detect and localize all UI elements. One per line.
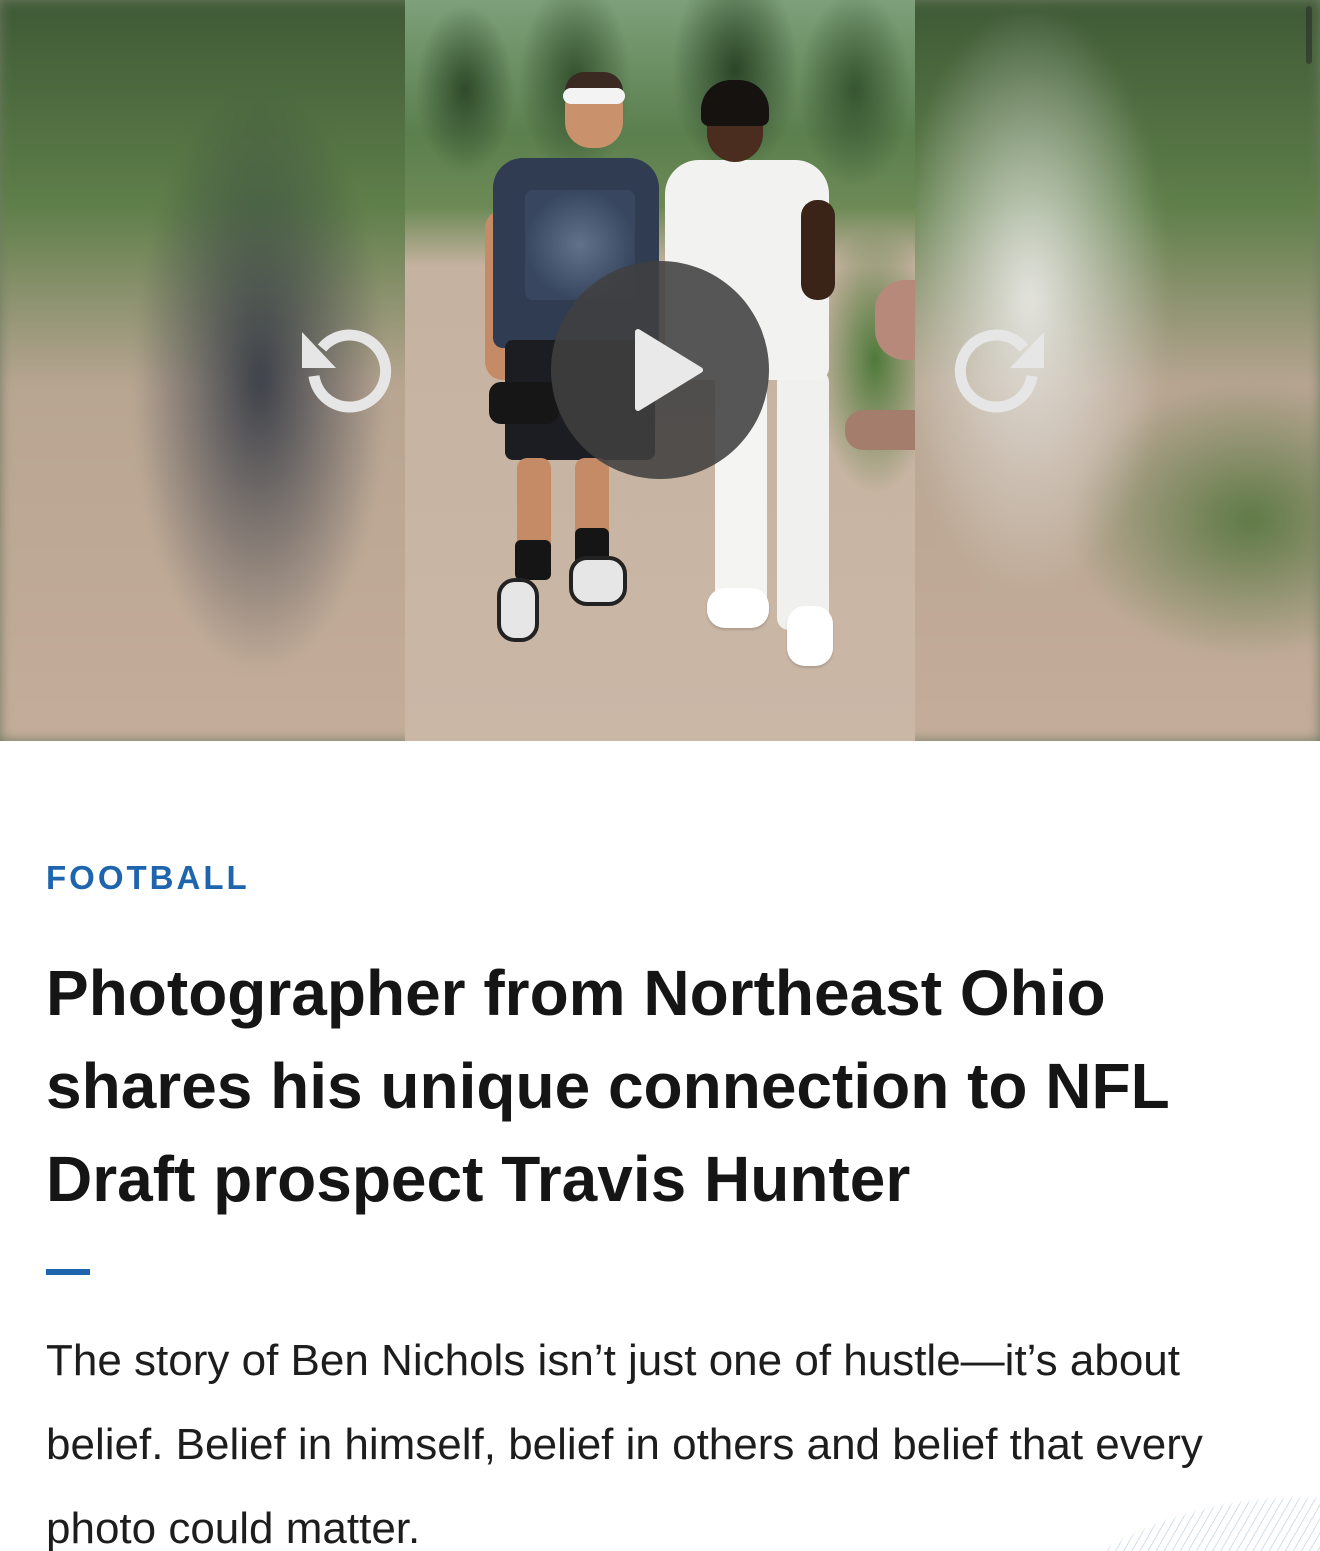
category-label[interactable]: FOOTBALL — [46, 859, 250, 897]
headline-divider — [46, 1269, 90, 1275]
rewind-button[interactable] — [294, 318, 394, 418]
article-body: FOOTBALL Photographer from Northeast Ohi… — [0, 741, 1320, 1551]
camera — [489, 382, 559, 424]
scrollbar-thumb[interactable] — [1306, 6, 1312, 64]
rewind-icon — [302, 329, 392, 413]
fast-forward-icon — [954, 329, 1044, 413]
video-player[interactable] — [0, 0, 1320, 741]
article-lede: The story of Ben Nichols isn’t just one … — [46, 1336, 1203, 1551]
play-icon — [635, 329, 703, 411]
fast-forward-button[interactable] — [952, 318, 1052, 418]
play-button[interactable] — [551, 261, 769, 479]
article-headline: Photographer from Northeast Ohio shares … — [46, 957, 1169, 1215]
